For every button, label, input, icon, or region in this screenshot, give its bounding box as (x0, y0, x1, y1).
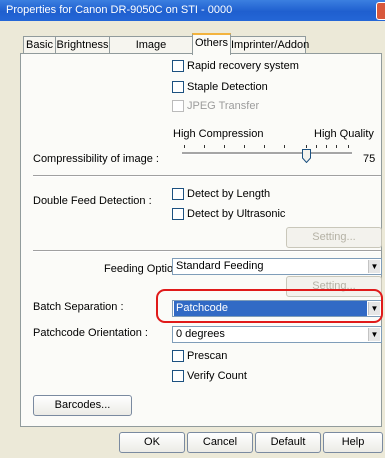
slider-tick (348, 145, 349, 148)
help-button[interactable]: Help (323, 432, 383, 453)
high-quality-label: High Quality (314, 128, 374, 140)
title-bar[interactable]: Properties for Canon DR-9050C on STI - 0… (0, 0, 385, 21)
slider-tick (336, 145, 337, 148)
separator (33, 250, 381, 252)
dropdown-arrow-icon[interactable]: ▼ (368, 260, 380, 273)
tab-image-processing[interactable]: Image processing (109, 36, 193, 67)
window-title: Properties for Canon DR-9050C on STI - 0… (6, 4, 233, 16)
slider-tick (316, 145, 317, 148)
tab-basic[interactable]: Basic (23, 36, 56, 53)
compression-slider-track[interactable] (182, 152, 352, 155)
slider-tick (264, 145, 265, 148)
slider-tick (184, 145, 185, 148)
slider-tick (284, 145, 285, 148)
tab-brightness[interactable]: Brightness (55, 36, 110, 53)
feeding-option-value: Standard Feeding (176, 260, 264, 272)
feeding-option-select[interactable]: Standard Feeding ▼ (172, 258, 382, 275)
default-button[interactable]: Default (255, 432, 321, 453)
verify-count-checkbox[interactable] (172, 370, 184, 382)
compression-value: 75 (363, 153, 376, 165)
slider-tick (244, 145, 245, 148)
close-button[interactable] (376, 2, 385, 20)
jpeg-transfer-label: JPEG Transfer (187, 100, 260, 112)
staple-detection-checkbox[interactable] (172, 81, 184, 93)
tab-imprinter-addon[interactable]: Imprinter/Addon (230, 36, 309, 53)
jpeg-transfer-checkbox (172, 100, 184, 112)
ok-button[interactable]: OK (119, 432, 185, 453)
prescan-label: Prescan (187, 350, 228, 362)
slider-thumb[interactable] (302, 149, 311, 163)
detect-ultrasonic-checkbox[interactable] (172, 208, 184, 220)
high-compression-label: High Compression (173, 128, 264, 140)
rapid-recovery-checkbox[interactable] (172, 60, 184, 72)
cancel-button[interactable]: Cancel (187, 432, 253, 453)
tab-others[interactable]: Others (192, 33, 231, 55)
slider-tick (224, 145, 225, 148)
barcodes-button[interactable]: Barcodes... (33, 395, 132, 416)
slider-tick (326, 145, 327, 148)
rapid-recovery-label: Rapid recovery system (187, 60, 299, 72)
double-feed-setting-button[interactable]: Setting... (286, 227, 382, 248)
separator (33, 175, 381, 177)
staple-detection-label: Staple Detection (187, 81, 268, 93)
patchcode-orientation-select[interactable]: 0 degrees ▼ (172, 326, 382, 343)
compressibility-label: Compressibility of image : (33, 153, 159, 165)
double-feed-label: Double Feed Detection : (33, 195, 152, 207)
slider-tick (204, 145, 205, 148)
detect-ultrasonic-label: Detect by Ultrasonic (187, 208, 286, 220)
verify-count-label: Verify Count (187, 370, 247, 382)
dropdown-arrow-icon[interactable]: ▼ (368, 328, 380, 341)
detect-length-label: Detect by Length (187, 188, 271, 200)
batch-separation-label: Batch Separation : (33, 301, 124, 313)
detect-length-checkbox[interactable] (172, 188, 184, 200)
patchcode-orientation-value: 0 degrees (176, 328, 225, 340)
slider-tick (306, 145, 307, 148)
prescan-checkbox[interactable] (172, 350, 184, 362)
highlight-ring (156, 289, 383, 323)
properties-window: Properties for Canon DR-9050C on STI - 0… (0, 0, 385, 458)
patchcode-orientation-label: Patchcode Orientation : (33, 327, 148, 339)
